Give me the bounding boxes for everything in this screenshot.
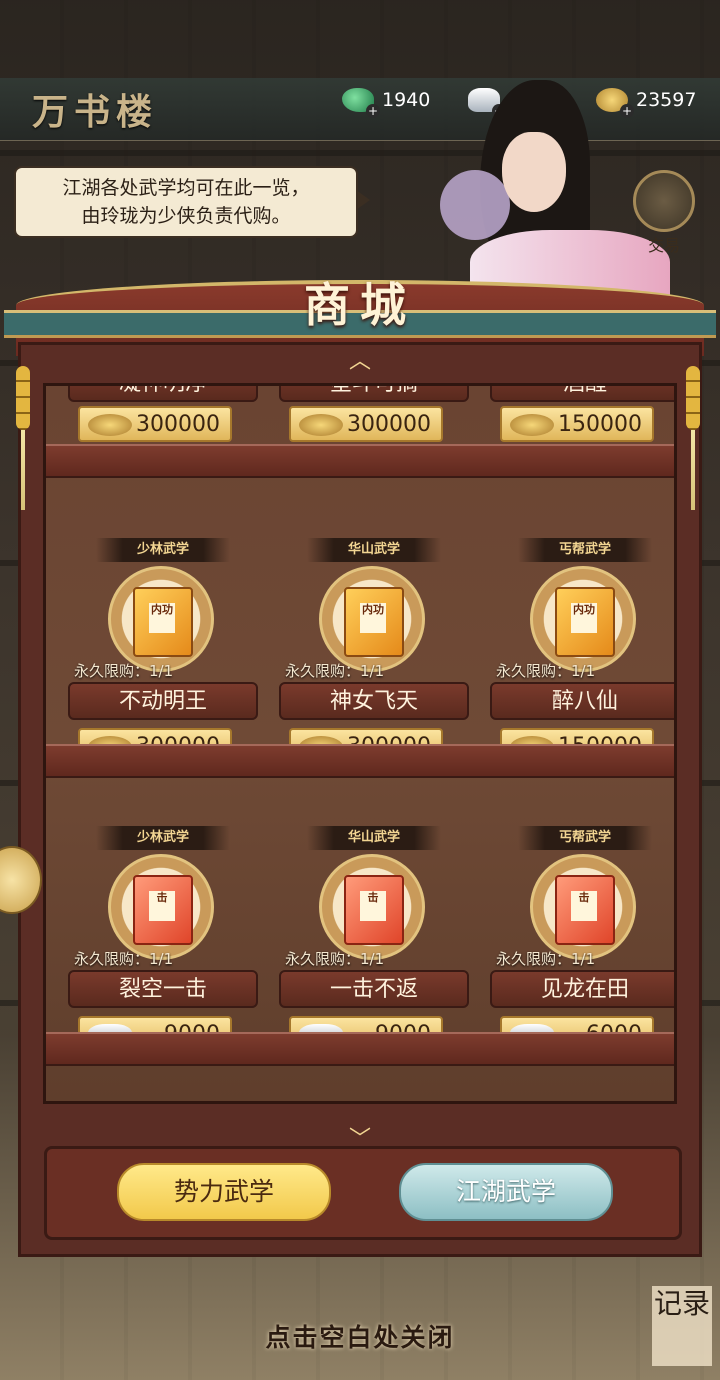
scroll-up-arrow-icon[interactable]: ︿ xyxy=(348,351,372,373)
item-name: 醉八仙 xyxy=(490,682,674,720)
shelf-beam xyxy=(46,744,674,778)
shop-item-grid[interactable]: 凝神明净 300000 星斗可摘 300000 酒醒 150000 少林武学 内… xyxy=(43,383,677,1104)
purchase-limit: 永久限购：1/1 xyxy=(285,950,385,968)
tab-jianghu-martial-arts[interactable]: 江湖武学 xyxy=(399,1163,613,1221)
school-tag: 丐帮武学 xyxy=(518,538,652,562)
book-type: 内功 xyxy=(571,603,597,633)
item-name: 裂空一击 xyxy=(68,970,258,1008)
coin-string-icon xyxy=(299,414,343,436)
scroll-down-arrow-icon[interactable]: ﹀ xyxy=(348,1129,372,1151)
shop-item[interactable]: 星斗可摘 300000 xyxy=(279,386,469,442)
school-tag: 少林武学 xyxy=(96,538,230,562)
shop-item[interactable]: 华山武学 击 永久限购：1/1 一击不返 9000 xyxy=(279,826,469,1052)
coin-string-icon xyxy=(88,414,132,436)
trade-button[interactable]: 交易 xyxy=(624,170,704,255)
close-hint[interactable]: 点击空白处关闭 xyxy=(0,1318,720,1358)
shop-item[interactable]: 酒醒 150000 xyxy=(490,386,674,442)
book-icon: 内功 xyxy=(319,566,425,672)
item-name: 不动明王 xyxy=(68,682,258,720)
book-type: 内功 xyxy=(149,603,175,633)
book-icon: 击 xyxy=(530,854,636,960)
price-button[interactable]: 300000 xyxy=(78,406,232,442)
price-value: 300000 xyxy=(347,411,431,437)
item-name: 见龙在田 xyxy=(490,970,674,1008)
shop-frame: ︿ 凝神明净 300000 星斗可摘 300000 酒醒 150000 少林武学… xyxy=(18,342,702,1257)
price-value: 300000 xyxy=(136,411,220,437)
school-tag: 华山武学 xyxy=(307,538,441,562)
price-value: 150000 xyxy=(558,411,642,437)
purchase-limit: 永久限购：1/1 xyxy=(496,662,596,680)
shop-item[interactable]: 凝神明净 300000 xyxy=(68,386,258,442)
book-type: 内功 xyxy=(360,603,386,633)
book-icon: 内功 xyxy=(530,566,636,672)
shelf-beam xyxy=(46,1032,674,1066)
book-type: 击 xyxy=(149,891,175,921)
school-tag: 华山武学 xyxy=(307,826,441,850)
shop-title: 商城 xyxy=(304,278,416,332)
npc-speech-text: 江湖各处武学均可在此一览， 由玲珑为少侠负责代购。 xyxy=(62,177,310,227)
coin-tassel-left xyxy=(16,366,30,516)
npc-speech-bubble: 江湖各处武学均可在此一览， 由玲珑为少侠负责代购。 xyxy=(14,166,370,238)
school-tag: 丐帮武学 xyxy=(518,826,652,850)
item-name: 一击不返 xyxy=(279,970,469,1008)
shop-item[interactable]: 丐帮武学 内功 永久限购：1/1 醉八仙 150000 xyxy=(490,538,674,764)
book-icon: 内功 xyxy=(108,566,214,672)
shop-item[interactable]: 少林武学 内功 永久限购：1/1 不动明王 300000 xyxy=(68,538,258,764)
price-button[interactable]: 150000 xyxy=(500,406,654,442)
shop-item[interactable]: 丐帮武学 击 永久限购：1/1 见龙在田 6000 xyxy=(490,826,674,1052)
purchase-limit: 永久限购：1/1 xyxy=(496,950,596,968)
category-tabs: 势力武学 江湖武学 xyxy=(44,1146,682,1240)
book-icon: 击 xyxy=(108,854,214,960)
shop-item[interactable]: 少林武学 击 永久限购：1/1 裂空一击 9000 xyxy=(68,826,258,1052)
tab-faction-martial-arts[interactable]: 势力武学 xyxy=(117,1163,331,1221)
currency-jade[interactable]: + 1940 xyxy=(342,86,431,118)
item-name: 凝神明净 xyxy=(68,386,258,402)
item-name: 酒醒 xyxy=(490,386,674,402)
currency-jade-value: 1940 xyxy=(382,89,431,111)
price-button[interactable]: 300000 xyxy=(289,406,443,442)
coin-tassel-right xyxy=(686,366,700,516)
trade-label: 交易 xyxy=(647,236,680,255)
purchase-limit: 永久限购：1/1 xyxy=(74,662,174,680)
purchase-limit: 永久限购：1/1 xyxy=(285,662,385,680)
item-name: 星斗可摘 xyxy=(279,386,469,402)
book-type: 击 xyxy=(571,891,597,921)
purchase-limit: 永久限购：1/1 xyxy=(74,950,174,968)
location-title: 万书楼 xyxy=(31,91,158,133)
abacus-icon xyxy=(633,170,695,232)
book-icon: 击 xyxy=(319,854,425,960)
shelf-beam xyxy=(46,444,674,478)
school-tag: 少林武学 xyxy=(96,826,230,850)
book-type: 击 xyxy=(360,891,386,921)
jade-icon: + xyxy=(342,88,380,118)
coin-string-icon xyxy=(510,414,554,436)
item-name: 神女飞天 xyxy=(279,682,469,720)
shop-item[interactable]: 华山武学 内功 永久限购：1/1 神女飞天 300000 xyxy=(279,538,469,764)
